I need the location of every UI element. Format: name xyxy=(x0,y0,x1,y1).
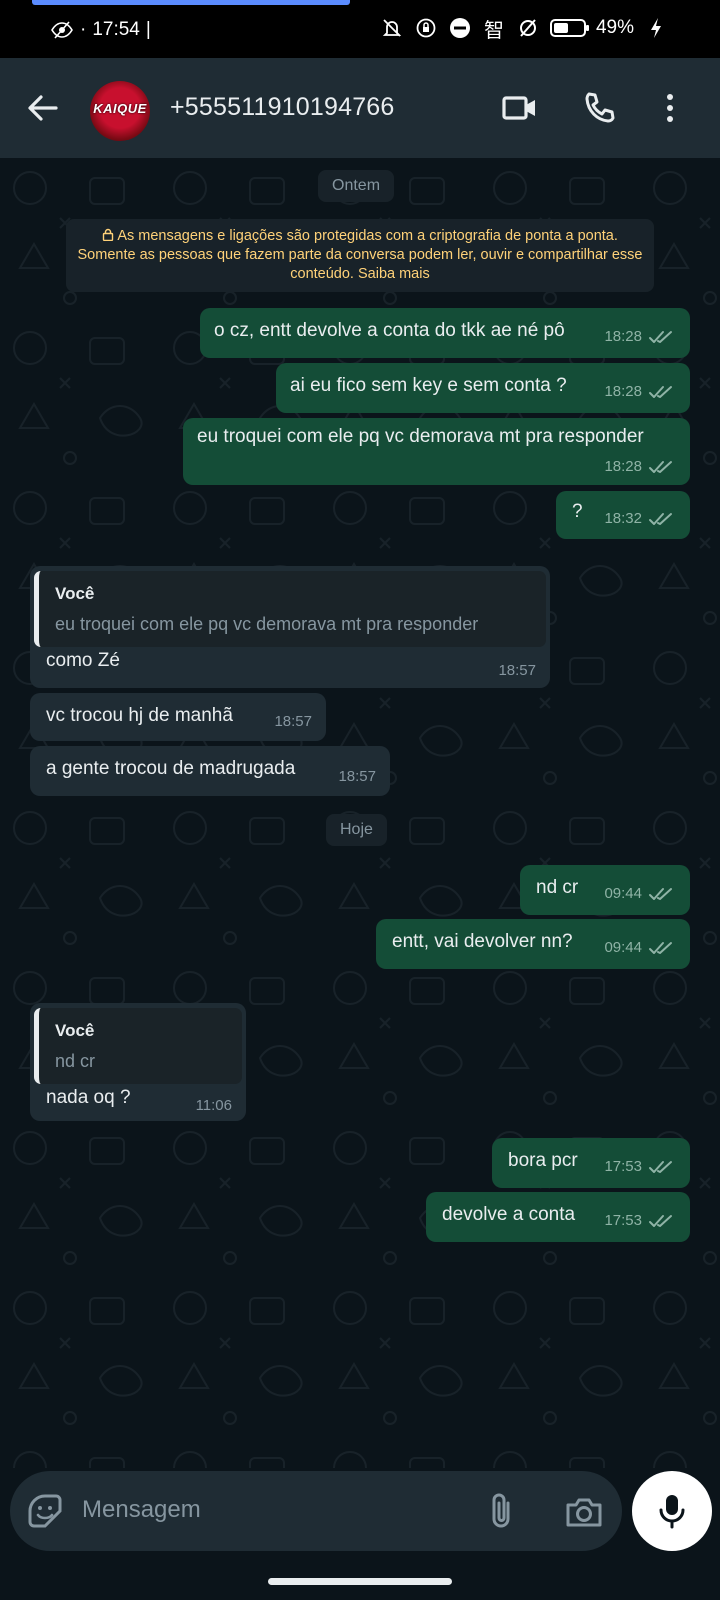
message-text: bora pcr xyxy=(508,1150,578,1171)
quote-author: Você xyxy=(55,584,95,603)
date-separator-yesterday: Ontem xyxy=(318,170,395,202)
dnd-icon xyxy=(448,16,472,40)
encryption-notice-text: As mensagens e ligações são protegidas c… xyxy=(77,228,643,282)
message-text: ? xyxy=(572,501,583,522)
quoted-message[interactable]: Você eu troquei com ele pq vc demorava m… xyxy=(34,571,546,647)
message-time: 18:57 xyxy=(498,662,536,679)
battery-icon xyxy=(549,19,589,37)
message-bubble-outgoing[interactable]: ai eu fico sem key e sem conta ? 18:28 xyxy=(276,363,690,413)
rotation-lock-icon xyxy=(414,16,438,40)
message-time: 18:28 xyxy=(604,328,642,345)
message-bubble-outgoing[interactable]: nd cr 09:44 xyxy=(520,865,690,915)
voice-message-button[interactable] xyxy=(632,1471,712,1551)
video-call-icon[interactable] xyxy=(500,88,540,128)
message-text: ai eu fico sem key e sem conta ? xyxy=(290,375,567,396)
smart-icon: 智 xyxy=(483,19,504,42)
read-ticks-icon xyxy=(649,460,672,473)
lock-icon xyxy=(102,228,117,244)
navigation-handle[interactable] xyxy=(268,1578,452,1585)
read-ticks-icon xyxy=(649,1160,672,1173)
read-ticks-icon xyxy=(649,941,672,954)
message-bubble-incoming[interactable]: a gente trocou de madrugada 18:57 xyxy=(30,746,390,796)
message-bubble-incoming[interactable]: Você eu troquei com ele pq vc demorava m… xyxy=(30,566,550,688)
no-data-icon xyxy=(516,16,540,40)
chat-header: KAIQUE +555511910194766 xyxy=(0,58,720,158)
microphone-icon xyxy=(659,1495,685,1529)
quoted-message[interactable]: Você nd cr xyxy=(34,1008,242,1084)
message-text: devolve a conta xyxy=(442,1204,576,1225)
chat-area[interactable]: Ontem As mensagens e ligações são proteg… xyxy=(0,158,720,1468)
message-text: entt, vai devolver nn? xyxy=(392,931,573,952)
eye-icon xyxy=(50,18,74,42)
message-time: 18:28 xyxy=(604,383,642,400)
message-text: vc trocou hj de manhã xyxy=(46,705,233,726)
status-time: 17:54 xyxy=(92,19,140,40)
message-time: 17:53 xyxy=(604,1158,642,1175)
message-bubble-outgoing[interactable]: bora pcr 17:53 xyxy=(492,1138,690,1188)
message-time: 17:53 xyxy=(604,1212,642,1229)
message-time: 18:28 xyxy=(604,458,642,475)
message-time: 18:57 xyxy=(338,768,376,785)
read-ticks-icon xyxy=(649,887,672,900)
message-bubble-incoming[interactable]: vc trocou hj de manhã 18:57 xyxy=(30,693,326,741)
camera-icon[interactable] xyxy=(564,1493,604,1531)
call-indicator-bar xyxy=(32,0,350,5)
message-text: nd cr xyxy=(536,877,579,898)
message-bubble-outgoing[interactable]: entt, vai devolver nn? 09:44 xyxy=(376,919,690,969)
message-bubble-outgoing[interactable]: eu troquei com ele pq vc demorava mt pra… xyxy=(183,418,690,485)
contact-name[interactable]: +555511910194766 xyxy=(170,93,395,122)
avatar-logo-text: KAIQUE xyxy=(93,101,147,116)
encryption-notice[interactable]: As mensagens e ligações são protegidas c… xyxy=(66,219,654,292)
message-bubble-outgoing[interactable]: devolve a conta 17:53 xyxy=(426,1192,690,1242)
message-time: 18:57 xyxy=(274,713,312,730)
mute-icon xyxy=(380,16,404,40)
message-time: 11:06 xyxy=(195,1097,232,1114)
battery-percent: 49% xyxy=(595,17,634,38)
message-time: 09:44 xyxy=(604,939,642,956)
message-bubble-outgoing[interactable]: ? 18:32 xyxy=(556,491,690,539)
message-text: a gente trocou de madrugada xyxy=(46,758,296,779)
message-placeholder[interactable]: Mensagem xyxy=(82,1496,201,1524)
message-text: o cz, entt devolve a conta do tkk ae né … xyxy=(214,320,565,341)
more-options-icon[interactable] xyxy=(650,88,690,128)
quote-text: nd cr xyxy=(55,1051,96,1071)
message-text: nada oq ? xyxy=(46,1087,131,1108)
message-bubble-outgoing[interactable]: o cz, entt devolve a conta do tkk ae né … xyxy=(200,308,690,358)
message-time: 18:32 xyxy=(604,510,642,527)
read-ticks-icon xyxy=(649,512,672,525)
back-arrow-icon[interactable] xyxy=(22,88,62,128)
date-separator-today: Hoje xyxy=(326,814,387,846)
message-bubble-incoming[interactable]: Você nd cr nada oq ? 11:06 xyxy=(30,1003,246,1121)
read-ticks-icon xyxy=(649,1214,672,1227)
quote-author: Você xyxy=(55,1021,95,1040)
read-ticks-icon xyxy=(649,330,672,343)
emoji-sticker-icon[interactable] xyxy=(26,1492,64,1530)
avatar[interactable]: KAIQUE xyxy=(90,81,150,141)
voice-call-icon[interactable] xyxy=(580,88,620,128)
status-bar: · 17:54 | 智 49% xyxy=(0,0,720,58)
quote-text: eu troquei com ele pq vc demorava mt pra… xyxy=(55,614,479,634)
attach-paperclip-icon[interactable] xyxy=(484,1491,520,1531)
message-time: 09:44 xyxy=(604,885,642,902)
charging-icon xyxy=(644,16,668,40)
message-text: como Zé xyxy=(46,650,120,671)
message-text: eu troquei com ele pq vc demorava mt pra… xyxy=(197,426,644,447)
read-ticks-icon xyxy=(649,385,672,398)
